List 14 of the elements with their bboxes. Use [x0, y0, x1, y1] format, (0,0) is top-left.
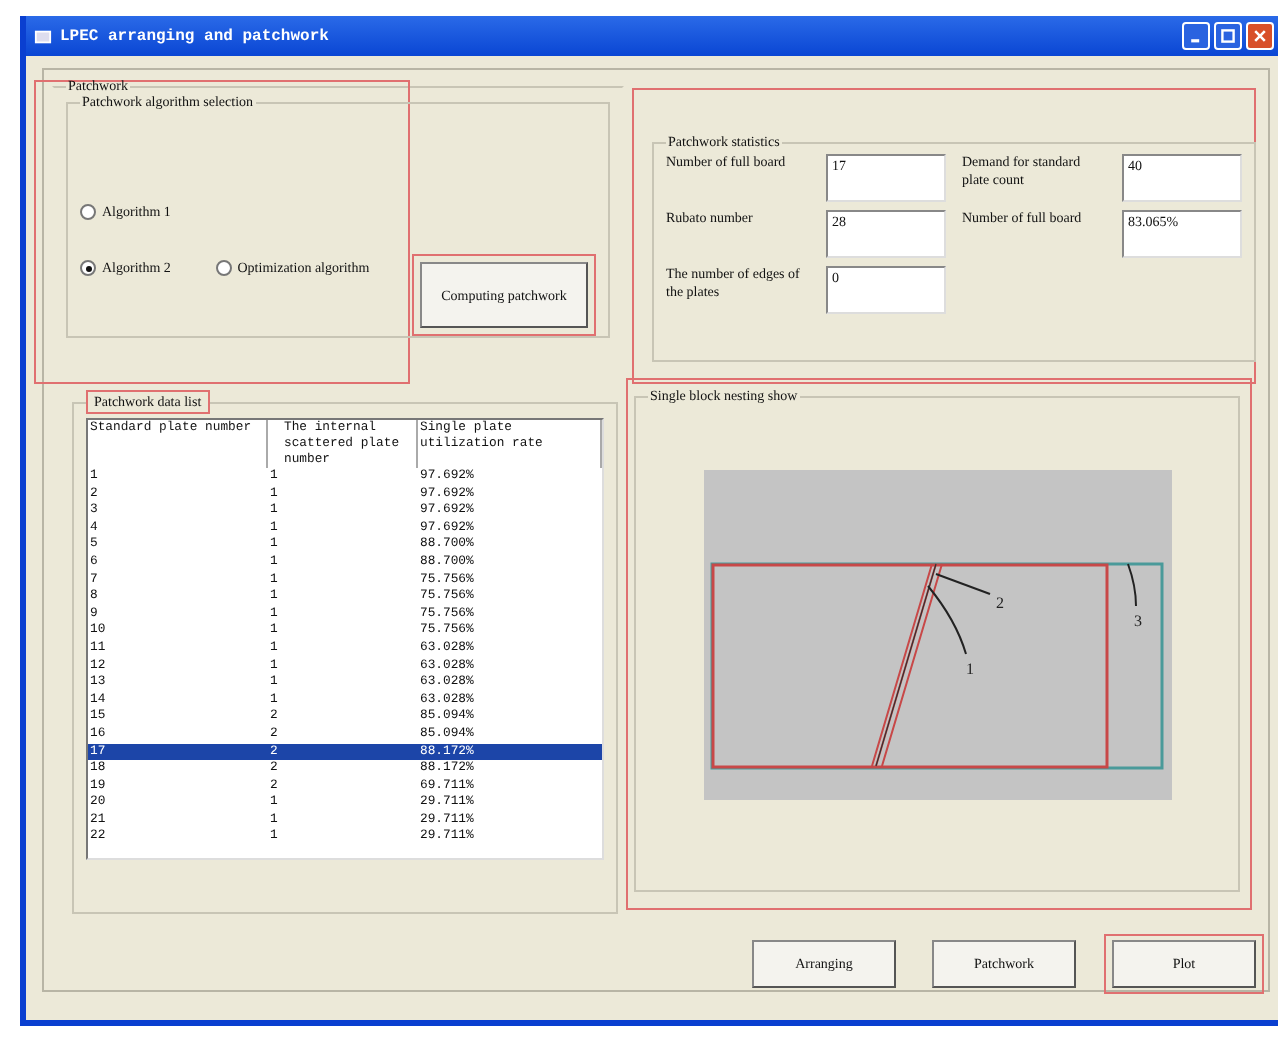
maximize-icon	[1220, 28, 1236, 44]
maximize-button[interactable]	[1214, 22, 1242, 50]
window-title: LPEC arranging and patchwork	[60, 27, 329, 45]
close-button[interactable]	[1246, 22, 1274, 50]
radio-button[interactable]	[80, 204, 96, 220]
close-icon	[1252, 28, 1268, 44]
app-icon	[34, 27, 52, 45]
callout-label: 3	[1133, 612, 1141, 630]
callout-label: 1	[965, 660, 973, 678]
radio-button[interactable]	[80, 260, 96, 276]
minimize-button[interactable]	[1182, 22, 1210, 50]
leader-line	[1126, 563, 1136, 607]
radio-button[interactable]	[215, 260, 232, 276]
callout-label: 2	[995, 594, 1003, 612]
